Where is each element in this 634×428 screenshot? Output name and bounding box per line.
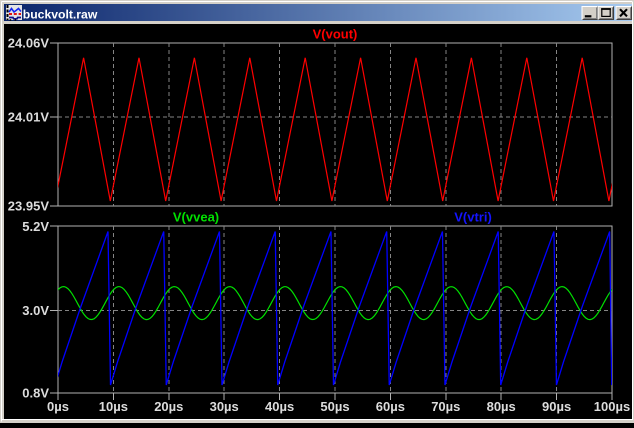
svg-text:0.8V: 0.8V	[22, 386, 49, 401]
svg-text:70µs: 70µs	[431, 399, 460, 414]
svg-text:V(vtri): V(vtri)	[454, 210, 492, 225]
svg-text:50µs: 50µs	[320, 399, 349, 414]
svg-text:10µs: 10µs	[99, 399, 128, 414]
svg-text:24.01V: 24.01V	[8, 110, 50, 125]
svg-text:5.2V: 5.2V	[22, 219, 49, 234]
svg-text:60µs: 60µs	[376, 399, 405, 414]
svg-text:23.95V: 23.95V	[8, 199, 50, 214]
svg-text:24.06V: 24.06V	[8, 36, 50, 51]
svg-text:3.0V: 3.0V	[22, 303, 49, 318]
svg-text:100µs: 100µs	[594, 399, 630, 414]
svg-text:0µs: 0µs	[47, 399, 69, 414]
svg-text:80µs: 80µs	[487, 399, 516, 414]
svg-text:20µs: 20µs	[154, 399, 183, 414]
svg-text:90µs: 90µs	[542, 399, 571, 414]
svg-text:40µs: 40µs	[265, 399, 294, 414]
svg-text:V(vout): V(vout)	[313, 27, 358, 42]
svg-text:V(vvea): V(vvea)	[173, 210, 219, 225]
svg-text:buckvolt.raw: buckvolt.raw	[23, 8, 98, 22]
svg-text:30µs: 30µs	[210, 399, 239, 414]
